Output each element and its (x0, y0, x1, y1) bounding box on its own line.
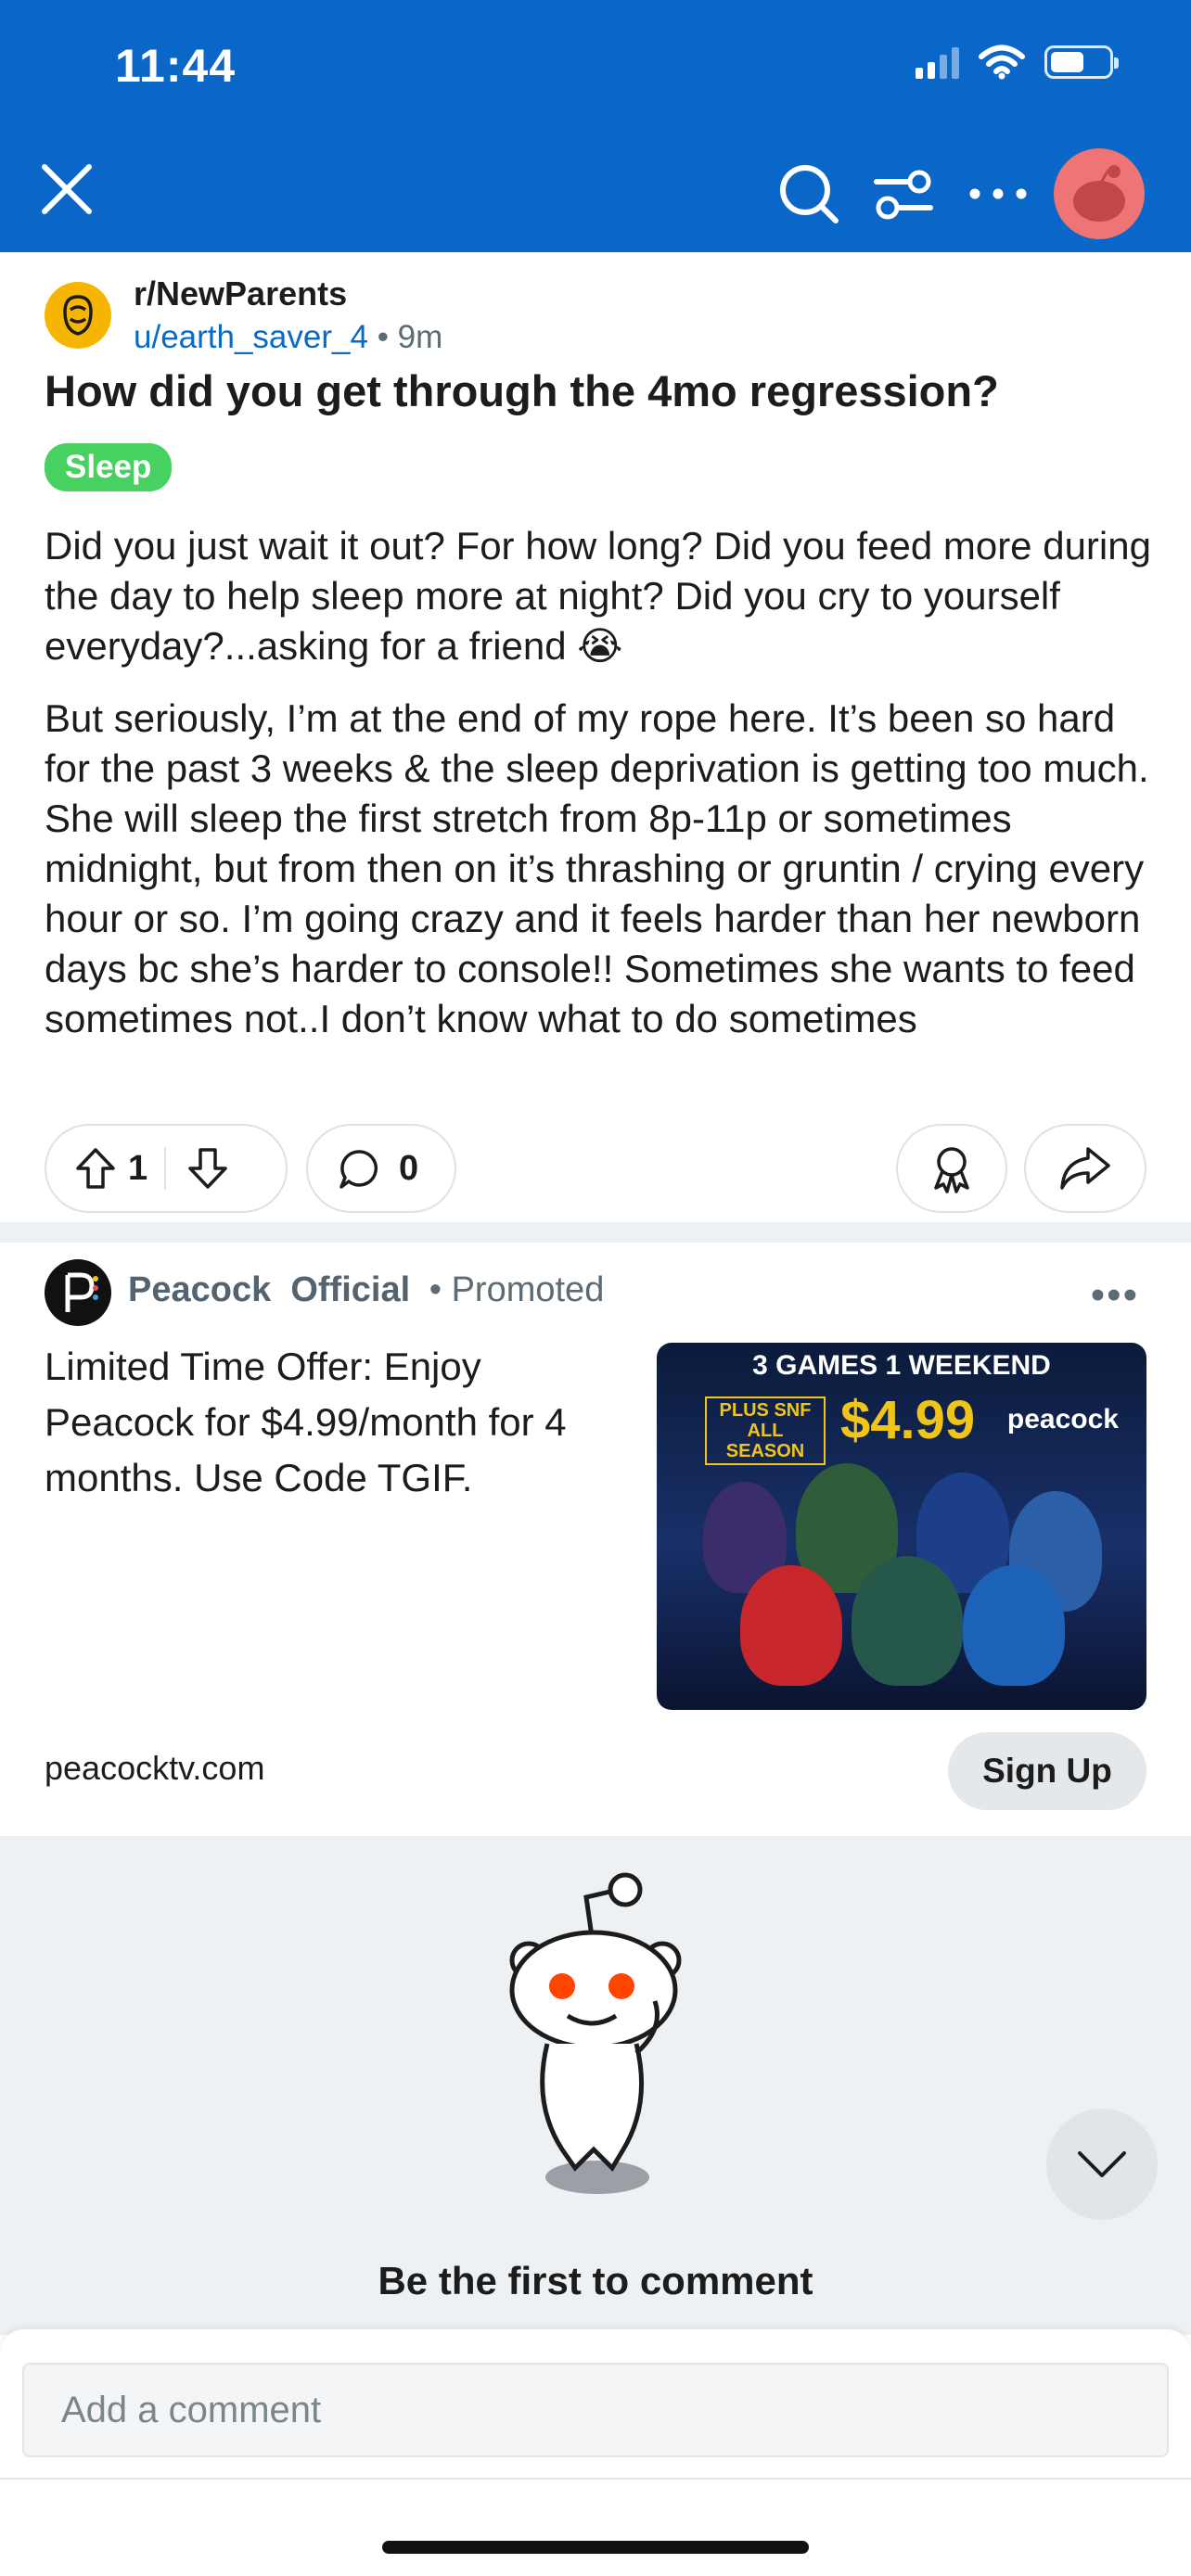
nav-actions (751, 148, 1145, 239)
author-link[interactable]: u/earth_saver_4 (134, 319, 368, 355)
top-app-bar: 11:44 (0, 0, 1191, 252)
share-button[interactable] (1024, 1124, 1146, 1213)
ad-text: Limited Time Offer: Enjoy Peacock for $4… (45, 1345, 567, 1499)
more-options-button[interactable] (961, 157, 1035, 231)
snoo-mascot-icon (509, 1872, 682, 2194)
post-meta: r/NewParents u/earth_saver_4 • 9m (45, 274, 442, 356)
section-divider (0, 1222, 1191, 1243)
ad-image[interactable]: 3 GAMES 1 WEEKEND PLUS SNF ALL SEASON $4… (657, 1343, 1146, 1710)
post-body: Did you just wait it out? For how long? … (45, 521, 1158, 1044)
empty-comments-text: Be the first to comment (378, 2259, 813, 2302)
status-icons (916, 45, 1119, 80)
ad-domain[interactable]: peacocktv.com (45, 1749, 264, 1788)
post-age: • 9m (377, 319, 443, 355)
baby-icon (63, 295, 93, 336)
sign-up-button[interactable]: Sign Up (948, 1732, 1146, 1810)
ad-more-options-button[interactable]: ••• (1091, 1272, 1139, 1319)
award-button[interactable] (896, 1124, 1007, 1213)
ad-image-players (685, 1454, 1121, 1686)
comments-button[interactable]: 0 (306, 1124, 456, 1213)
chevron-down-icon (1078, 2151, 1126, 2177)
post-body-paragraph: But seriously, I’m at the end of my rope… (45, 696, 1149, 1040)
comment-icon (339, 1150, 378, 1189)
award-icon (934, 1147, 969, 1193)
search-icon (780, 165, 839, 223)
comments-empty-state: Be the first to comment (0, 1836, 1191, 2335)
more-icon (969, 188, 1027, 199)
sort-filter-button[interactable] (866, 157, 941, 231)
post-body-paragraph: Did you just wait it out? For how long? … (45, 524, 1151, 668)
sort-filter-icon (874, 170, 933, 220)
share-icon (1060, 1147, 1110, 1190)
comment-count: 0 (399, 1148, 419, 1188)
close-icon[interactable] (39, 161, 95, 217)
post-title: How did you get through the 4mo regressi… (45, 366, 999, 415)
search-button[interactable] (772, 157, 846, 231)
downvote-icon[interactable] (186, 1146, 229, 1191)
snoo-avatar-icon (1073, 165, 1125, 222)
promoted-label: • Promoted (429, 1270, 605, 1309)
ad-image-price: $4.99 (840, 1390, 976, 1450)
post-actions: 1 0 (45, 1124, 1146, 1213)
advertiser-logo[interactable] (45, 1259, 111, 1326)
cellular-signal-icon (916, 45, 959, 79)
scroll-down-button[interactable] (1046, 2109, 1158, 2220)
vote-control: 1 (45, 1124, 288, 1213)
wifi-icon (979, 45, 1025, 80)
subreddit-name[interactable]: r/NewParents (134, 274, 442, 313)
vote-count: 1 (128, 1148, 148, 1188)
avatar[interactable] (1054, 148, 1145, 239)
ad-image-title: 3 GAMES 1 WEEKEND (752, 1350, 1051, 1381)
ad-header: Peacock Official • Promoted (128, 1270, 604, 1310)
author-line: u/earth_saver_4 • 9m (134, 319, 442, 356)
upvote-icon[interactable] (74, 1146, 117, 1191)
advertiser-name[interactable]: Peacock Official (128, 1270, 410, 1309)
peacock-logo-icon (65, 1272, 98, 1312)
comment-composer-bar: Add a comment (0, 2329, 1191, 2576)
add-comment-input[interactable]: Add a comment (22, 2363, 1169, 2457)
status-time: 11:44 (115, 40, 237, 92)
ad-image-brand: peacock (1006, 1404, 1119, 1435)
battery-icon (1044, 45, 1119, 79)
subreddit-icon[interactable] (45, 282, 111, 349)
post-flair[interactable]: Sleep (45, 443, 173, 491)
promoted-post[interactable]: Peacock Official • Promoted ••• Limited … (0, 1243, 1191, 1836)
home-indicator[interactable] (382, 2541, 809, 2554)
